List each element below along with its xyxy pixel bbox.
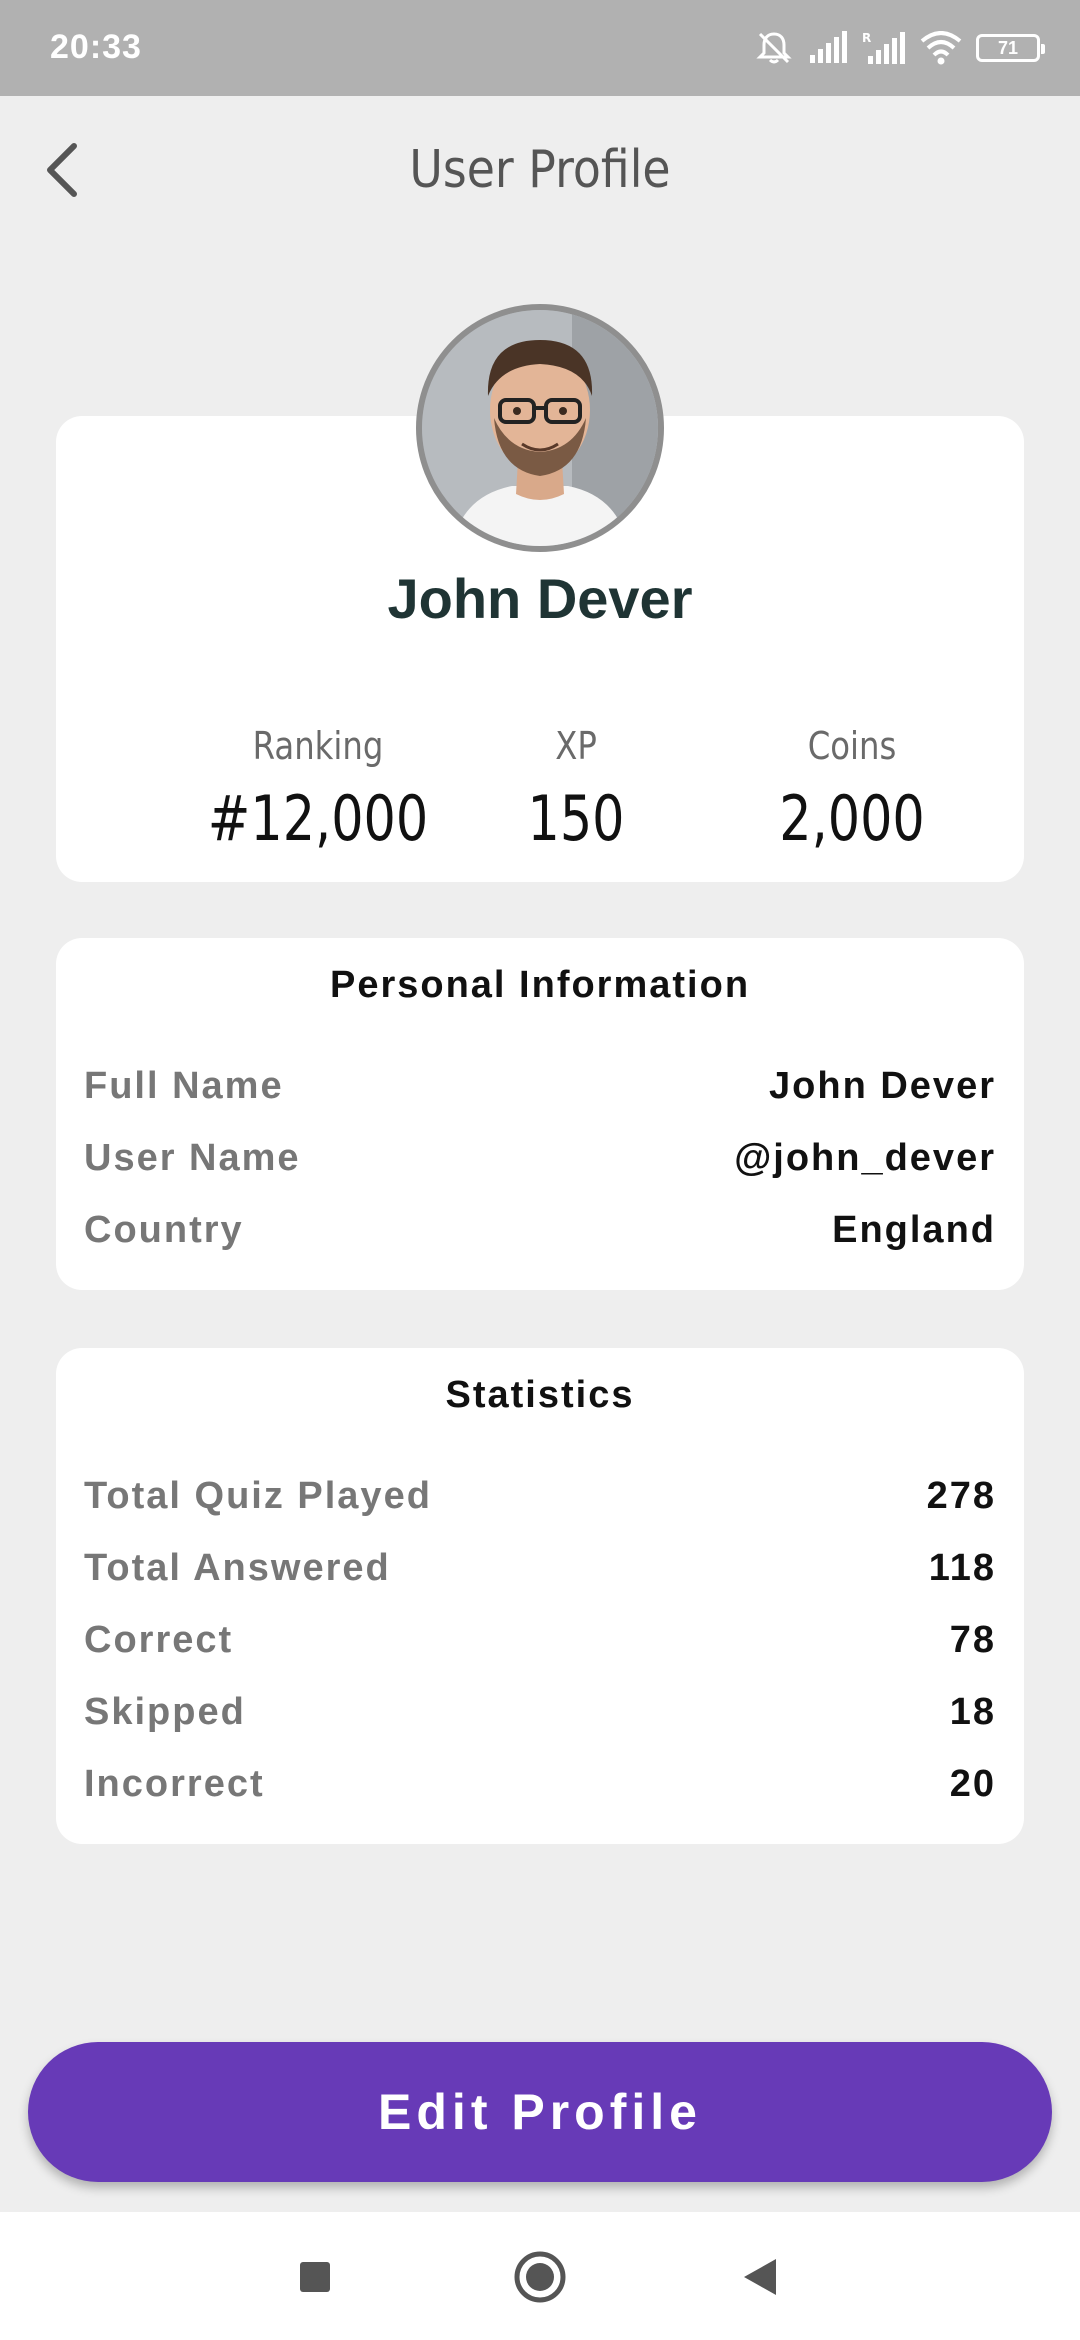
- row-value: @john_dever: [734, 1136, 996, 1179]
- page-title: User Profile: [409, 140, 671, 200]
- stats-row-total-quiz: Total Quiz Played 278: [84, 1466, 996, 1526]
- navigation-bar: [0, 2212, 1080, 2340]
- row-value: England: [832, 1208, 996, 1251]
- system-back-button[interactable]: [725, 2242, 795, 2312]
- row-label: Full Name: [84, 1064, 284, 1107]
- stat-label: XP: [555, 724, 597, 768]
- stats-row-incorrect: Incorrect 20: [84, 1754, 996, 1814]
- row-label: Country: [84, 1208, 244, 1251]
- wifi-icon: [920, 31, 962, 65]
- row-value: 20: [949, 1762, 996, 1805]
- statistics-card: Statistics Total Quiz Played 278 Total A…: [56, 1348, 1024, 1844]
- back-triangle-icon: [744, 2259, 776, 2295]
- row-label: Total Answered: [84, 1546, 391, 1589]
- info-row-user-name: User Name @john_dever: [84, 1128, 996, 1188]
- stat-label: Ranking: [252, 724, 384, 768]
- stat-value: #12,000: [207, 782, 429, 855]
- row-label: Correct: [84, 1618, 234, 1661]
- row-label: Incorrect: [84, 1762, 265, 1805]
- stat-ranking: Ranking #12,000: [168, 724, 468, 855]
- edit-profile-button[interactable]: Edit Profile: [28, 2042, 1052, 2182]
- signal-icon: [808, 31, 848, 65]
- section-title: Personal Information: [329, 964, 751, 1006]
- status-time: 20:33: [50, 28, 142, 66]
- info-row-full-name: Full Name John Dever: [84, 1056, 996, 1116]
- avatar: [416, 304, 664, 552]
- stats-row-total-answered: Total Answered 118: [84, 1538, 996, 1598]
- row-value: 78: [949, 1618, 996, 1661]
- profile-stats: Ranking #12,000 XP 150 Coins 2,000: [56, 724, 1024, 864]
- section-title: Statistics: [445, 1374, 635, 1416]
- stat-label: Coins: [807, 724, 897, 768]
- status-bar: 20:33 R 71: [0, 0, 1080, 96]
- stat-coins: Coins 2,000: [702, 724, 1002, 855]
- row-value: John Dever: [769, 1064, 996, 1107]
- personal-info-card: Personal Information Full Name John Deve…: [56, 938, 1024, 1290]
- battery-icon: 71: [976, 34, 1045, 62]
- info-row-country: Country England: [84, 1200, 996, 1260]
- recents-button[interactable]: [280, 2242, 350, 2312]
- row-value: 18: [949, 1690, 996, 1733]
- profile-name: John Dever: [387, 567, 693, 630]
- home-button[interactable]: [505, 2242, 575, 2312]
- row-value: 118: [928, 1546, 996, 1589]
- stat-value: 2,000: [779, 782, 925, 855]
- row-value: 278: [926, 1474, 996, 1517]
- row-label: Total Quiz Played: [84, 1474, 432, 1517]
- recents-square-icon: [300, 2262, 330, 2292]
- status-icons: R 71: [754, 26, 1045, 70]
- row-label: User Name: [84, 1136, 301, 1179]
- stat-xp: XP 150: [426, 724, 726, 855]
- stat-value: 150: [527, 782, 625, 855]
- mute-icon: [754, 28, 794, 68]
- signal-roaming-icon: R: [862, 30, 906, 66]
- home-circle-icon: [514, 2251, 566, 2303]
- stats-row-correct: Correct 78: [84, 1610, 996, 1670]
- row-label: Skipped: [84, 1690, 246, 1733]
- svg-text:R: R: [862, 31, 871, 45]
- stats-row-skipped: Skipped 18: [84, 1682, 996, 1742]
